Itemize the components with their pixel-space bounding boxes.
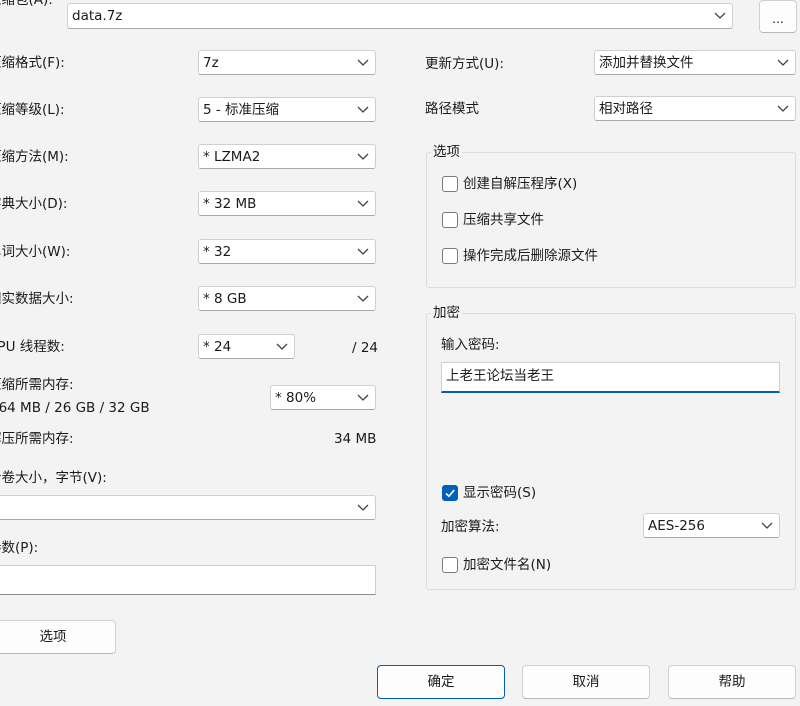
level-value: 5 - 标准压缩 xyxy=(203,102,280,118)
checkmark-icon xyxy=(445,489,455,498)
chevron-down-icon xyxy=(777,59,789,66)
path-mode-label: 路径模式 xyxy=(425,101,479,117)
threads-max: / 24 xyxy=(352,340,379,356)
encryption-algo-combo[interactable]: AES-256 xyxy=(643,513,780,538)
chevron-down-icon xyxy=(276,343,288,350)
volume-combo[interactable] xyxy=(0,495,376,520)
chevron-down-icon xyxy=(357,248,369,255)
encryption-algo-label: 加密算法: xyxy=(441,519,500,535)
show-password-checkbox[interactable] xyxy=(442,485,458,501)
chevron-down-icon xyxy=(357,106,369,113)
mem-compress-detail: 264 MB / 26 GB / 32 GB xyxy=(0,400,150,416)
path-mode-combo[interactable]: 相对路径 xyxy=(594,96,796,121)
threads-value: * 24 xyxy=(203,339,232,355)
shared-label[interactable]: 压缩共享文件 xyxy=(463,211,544,229)
browse-button-label: ... xyxy=(772,12,784,26)
encryption-algo-value: AES-256 xyxy=(648,518,705,534)
dict-label: 字典大小(D): xyxy=(0,196,68,212)
chevron-down-icon xyxy=(357,504,369,511)
threads-combo[interactable]: * 24 xyxy=(198,334,295,359)
chevron-down-icon xyxy=(357,153,369,160)
mem-compress-label: 压缩所需内存: xyxy=(0,377,74,393)
dict-combo[interactable]: * 32 MB xyxy=(198,191,376,216)
ok-button[interactable]: 确定 xyxy=(377,665,505,699)
mem-usage-combo[interactable]: * 80% xyxy=(270,385,376,410)
dict-value: * 32 MB xyxy=(203,196,257,212)
word-value: * 32 xyxy=(203,244,232,260)
archive-label: 压缩包(A): xyxy=(0,0,53,8)
level-label: 压缩等级(L): xyxy=(0,102,65,118)
encrypt-names-label[interactable]: 加密文件名(N) xyxy=(463,556,551,574)
ok-button-label: 确定 xyxy=(427,674,455,690)
encryption-group-title: 加密 xyxy=(431,304,462,322)
level-combo[interactable]: 5 - 标准压缩 xyxy=(198,97,376,122)
word-label: 单词大小(W): xyxy=(0,244,71,260)
delete-after-checkbox[interactable] xyxy=(442,248,458,264)
solid-label: 固实数据大小: xyxy=(0,291,74,307)
method-combo[interactable]: * LZMA2 xyxy=(198,144,376,169)
sfx-checkbox[interactable] xyxy=(442,176,458,192)
archive-path-combo[interactable]: data.7z xyxy=(67,3,733,29)
shared-checkbox[interactable] xyxy=(442,212,458,228)
params-input[interactable] xyxy=(0,565,376,595)
password-input[interactable]: 上老王论坛当老王 xyxy=(441,362,780,393)
format-label: 压缩格式(F): xyxy=(0,55,65,71)
chevron-down-icon xyxy=(357,59,369,66)
volume-label: 分卷大小，字节(V): xyxy=(0,470,107,486)
format-combo[interactable]: 7z xyxy=(198,50,376,75)
help-button-label: 帮助 xyxy=(718,674,746,690)
method-value: * LZMA2 xyxy=(203,149,261,165)
options-group-title: 选项 xyxy=(431,143,462,161)
update-mode-label: 更新方式(U): xyxy=(425,56,504,72)
format-value: 7z xyxy=(203,55,219,71)
delete-after-label[interactable]: 操作完成后删除源文件 xyxy=(463,247,598,265)
cancel-button-label: 取消 xyxy=(572,674,600,690)
update-mode-combo[interactable]: 添加并替换文件 xyxy=(594,50,796,75)
browse-button[interactable]: ... xyxy=(759,0,797,33)
path-mode-value: 相对路径 xyxy=(599,101,653,117)
mem-decompress-label: 解压所需内存: xyxy=(0,431,74,447)
password-value: 上老王论坛当老王 xyxy=(446,368,554,384)
chevron-down-icon xyxy=(357,295,369,302)
chevron-down-icon xyxy=(777,105,789,112)
threads-label: CPU 线程数: xyxy=(0,339,65,355)
solid-combo[interactable]: * 8 GB xyxy=(198,286,376,311)
params-label: 参数(P): xyxy=(0,540,39,556)
mem-decompress-value: 34 MB xyxy=(334,431,377,447)
cancel-button[interactable]: 取消 xyxy=(522,665,650,699)
solid-value: * 8 GB xyxy=(203,291,247,307)
chevron-down-icon xyxy=(761,522,773,529)
update-mode-value: 添加并替换文件 xyxy=(599,55,694,71)
show-password-label[interactable]: 显示密码(S) xyxy=(463,484,536,502)
mem-usage-value: * 80% xyxy=(275,390,317,406)
chevron-down-icon[interactable] xyxy=(714,12,726,20)
help-button[interactable]: 帮助 xyxy=(668,665,796,699)
encrypt-names-checkbox[interactable] xyxy=(442,557,458,573)
chevron-down-icon xyxy=(357,394,369,401)
archive-path-value: data.7z xyxy=(72,8,123,24)
options-button-label: 选项 xyxy=(39,629,67,645)
sfx-label[interactable]: 创建自解压程序(X) xyxy=(463,175,577,193)
password-label: 输入密码: xyxy=(441,337,500,353)
word-combo[interactable]: * 32 xyxy=(198,239,376,264)
encryption-group xyxy=(426,313,796,590)
options-button[interactable]: 选项 xyxy=(0,620,116,654)
method-label: 压缩方法(M): xyxy=(0,149,69,165)
chevron-down-icon xyxy=(357,200,369,207)
